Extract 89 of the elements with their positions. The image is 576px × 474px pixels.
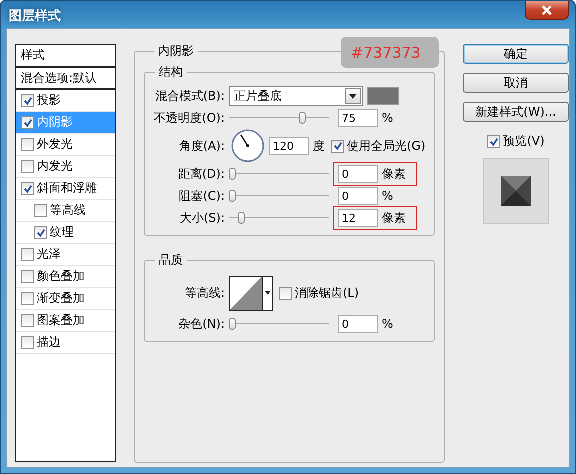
checkbox[interactable]	[21, 270, 34, 283]
checkbox[interactable]	[21, 94, 34, 107]
group-title: 品质	[158, 252, 184, 269]
checkbox[interactable]	[21, 138, 34, 151]
annotation-note: #737373	[341, 37, 439, 68]
contour-picker[interactable]	[229, 276, 273, 310]
item-label: 内发光	[37, 158, 73, 175]
preview-swatch-drawing	[501, 176, 531, 206]
slider-thumb[interactable]	[238, 212, 246, 224]
item-label: 外发光	[37, 136, 73, 153]
checkbox[interactable]	[34, 204, 47, 217]
value-field[interactable]: 12	[338, 209, 378, 227]
blend-mode-dropdown[interactable]: 正片叠底	[229, 86, 363, 106]
slider[interactable]	[229, 317, 329, 331]
item-label: 描边	[37, 334, 61, 351]
style-list-item[interactable]: 等高线	[16, 200, 115, 222]
section-title: 内阴影	[157, 43, 195, 60]
slider-thumb[interactable]	[298, 112, 306, 124]
item-label: 投影	[37, 92, 61, 109]
angle-dial[interactable]	[231, 129, 265, 163]
value-field[interactable]: 75	[338, 109, 378, 127]
slider[interactable]	[229, 167, 329, 181]
item-label: 图案叠加	[37, 312, 85, 329]
checkbox[interactable]	[34, 226, 47, 239]
value-field[interactable]: 0	[338, 165, 378, 183]
unit-label: %	[382, 189, 394, 203]
group-title: 结构	[158, 64, 184, 81]
caret-icon	[349, 94, 357, 98]
close-icon	[541, 4, 553, 16]
unit-label: 度	[313, 138, 325, 154]
checkbox[interactable]	[21, 248, 34, 261]
style-list-item[interactable]: 纹理	[16, 222, 115, 244]
field-label: 角度(A):	[178, 138, 225, 154]
slider[interactable]	[229, 111, 329, 125]
slider[interactable]	[229, 189, 329, 203]
style-list-item[interactable]: 描边	[16, 332, 115, 354]
style-list-item[interactable]: 斜面和浮雕	[16, 178, 115, 200]
unit-label: %	[382, 111, 394, 125]
dialog-button[interactable]: 确定	[463, 44, 569, 64]
slider-thumb[interactable]	[229, 190, 236, 202]
checkbox[interactable]	[331, 140, 344, 152]
item-label: 颜色叠加	[37, 268, 85, 285]
unit-label: 像素	[382, 166, 407, 182]
checkbox-label: 消除锯齿(L)	[295, 284, 360, 302]
close-button[interactable]	[525, 1, 569, 20]
style-list-item[interactable]: 外发光	[16, 134, 115, 156]
checkbox[interactable]	[21, 116, 34, 129]
item-label: 等高线	[50, 202, 86, 219]
checkbox-label: 预览(V)	[503, 133, 545, 150]
checkbox[interactable]	[21, 314, 34, 327]
item-label: 内阴影	[37, 114, 73, 131]
dialog-button[interactable]: 取消	[463, 73, 569, 93]
item-label: 斜面和浮雕	[37, 180, 97, 197]
item-label: 光泽	[37, 246, 61, 263]
checkbox[interactable]	[21, 182, 34, 195]
checkbox[interactable]	[21, 160, 34, 173]
value-field[interactable]: 0	[338, 187, 378, 205]
checkbox[interactable]	[21, 292, 34, 305]
item-label: 纹理	[50, 224, 74, 241]
unit-label: 像素	[382, 210, 407, 226]
style-list-item[interactable]: 渐变叠加	[16, 288, 115, 310]
color-swatch[interactable]	[367, 87, 399, 105]
checkbox[interactable]	[279, 286, 292, 300]
field-label: 阻塞(C):	[178, 188, 225, 204]
field-label: 混合模式(B):	[154, 88, 225, 104]
dialog-button[interactable]: 新建样式(W)...	[463, 102, 569, 122]
value-field[interactable]: 120	[269, 137, 309, 155]
style-list-item[interactable]: 颜色叠加	[16, 266, 115, 288]
style-list-item[interactable]: 光泽	[16, 244, 115, 266]
style-list-item[interactable]: 混合选项:默认	[16, 68, 115, 90]
field-label: 大小(S):	[178, 210, 225, 226]
field-label: 杂色(N):	[178, 316, 225, 332]
field-label: 不透明度(O):	[153, 110, 225, 126]
checkbox[interactable]	[21, 336, 34, 349]
style-list-item[interactable]: 图案叠加	[16, 310, 115, 332]
style-list-item[interactable]: 内发光	[16, 156, 115, 178]
field-label: 等高线:	[184, 284, 225, 302]
slider[interactable]	[229, 211, 329, 225]
checkbox[interactable]	[487, 135, 500, 148]
list-header: 样式	[16, 45, 115, 68]
item-label: 渐变叠加	[37, 290, 85, 307]
field-label: 距离(D):	[177, 166, 225, 182]
window-title: 图层样式	[9, 8, 61, 25]
unit-label: %	[382, 317, 394, 331]
slider-thumb[interactable]	[229, 318, 236, 330]
caret-icon	[264, 291, 270, 295]
value-field[interactable]: 0	[338, 315, 378, 333]
checkbox-label: 使用全局光(G)	[347, 138, 426, 154]
slider-thumb[interactable]	[229, 168, 236, 180]
